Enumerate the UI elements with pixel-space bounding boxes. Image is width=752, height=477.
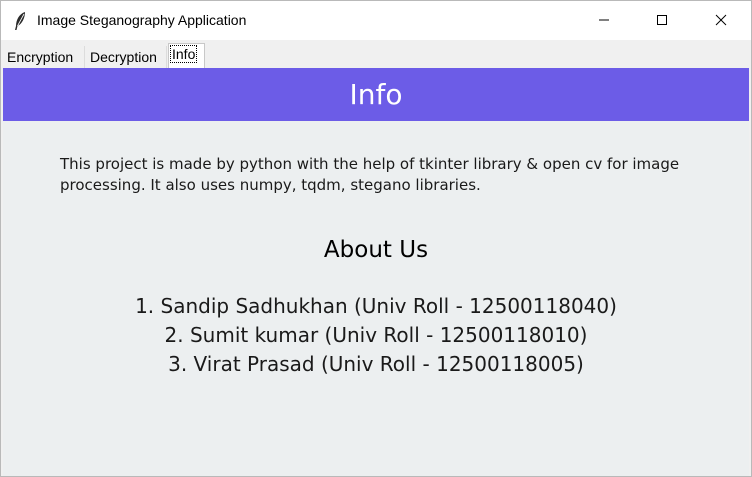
close-icon [715, 11, 727, 30]
maximize-icon [656, 11, 668, 30]
tab-label: Info [169, 45, 198, 63]
tab-bar: Encryption Decryption Info [1, 40, 751, 68]
info-header: Info [3, 68, 749, 121]
about-us-heading: About Us [323, 237, 429, 263]
info-panel: Info This project is made by python with… [3, 68, 749, 476]
member-item: 1. Sandip Sadhukhan (Univ Roll - 1250011… [135, 294, 617, 318]
window-title: Image Steganography Application [37, 12, 247, 28]
tab-label: Encryption [7, 49, 74, 65]
tab-label: Decryption [90, 49, 157, 65]
feather-icon [13, 11, 27, 31]
app-window: Image Steganography Application Encrypti… [0, 0, 752, 477]
tab-encryption[interactable]: Encryption [3, 46, 85, 68]
minimize-icon [598, 11, 610, 30]
member-item: 2. Sumit kumar (Univ Roll - 12500118010) [164, 323, 588, 347]
title-bar[interactable]: Image Steganography Application [1, 1, 751, 40]
project-description: This project is made by python with the … [60, 155, 680, 194]
close-button[interactable] [698, 1, 744, 40]
member-list: 1. Sandip Sadhukhan (Univ Roll - 1250011… [3, 292, 749, 379]
tab-info[interactable]: Info [168, 43, 205, 68]
maximize-button[interactable] [639, 1, 685, 40]
tab-decryption[interactable]: Decryption [86, 46, 167, 68]
minimize-button[interactable] [581, 1, 627, 40]
member-item: 3. Virat Prasad (Univ Roll - 12500118005… [168, 352, 584, 376]
